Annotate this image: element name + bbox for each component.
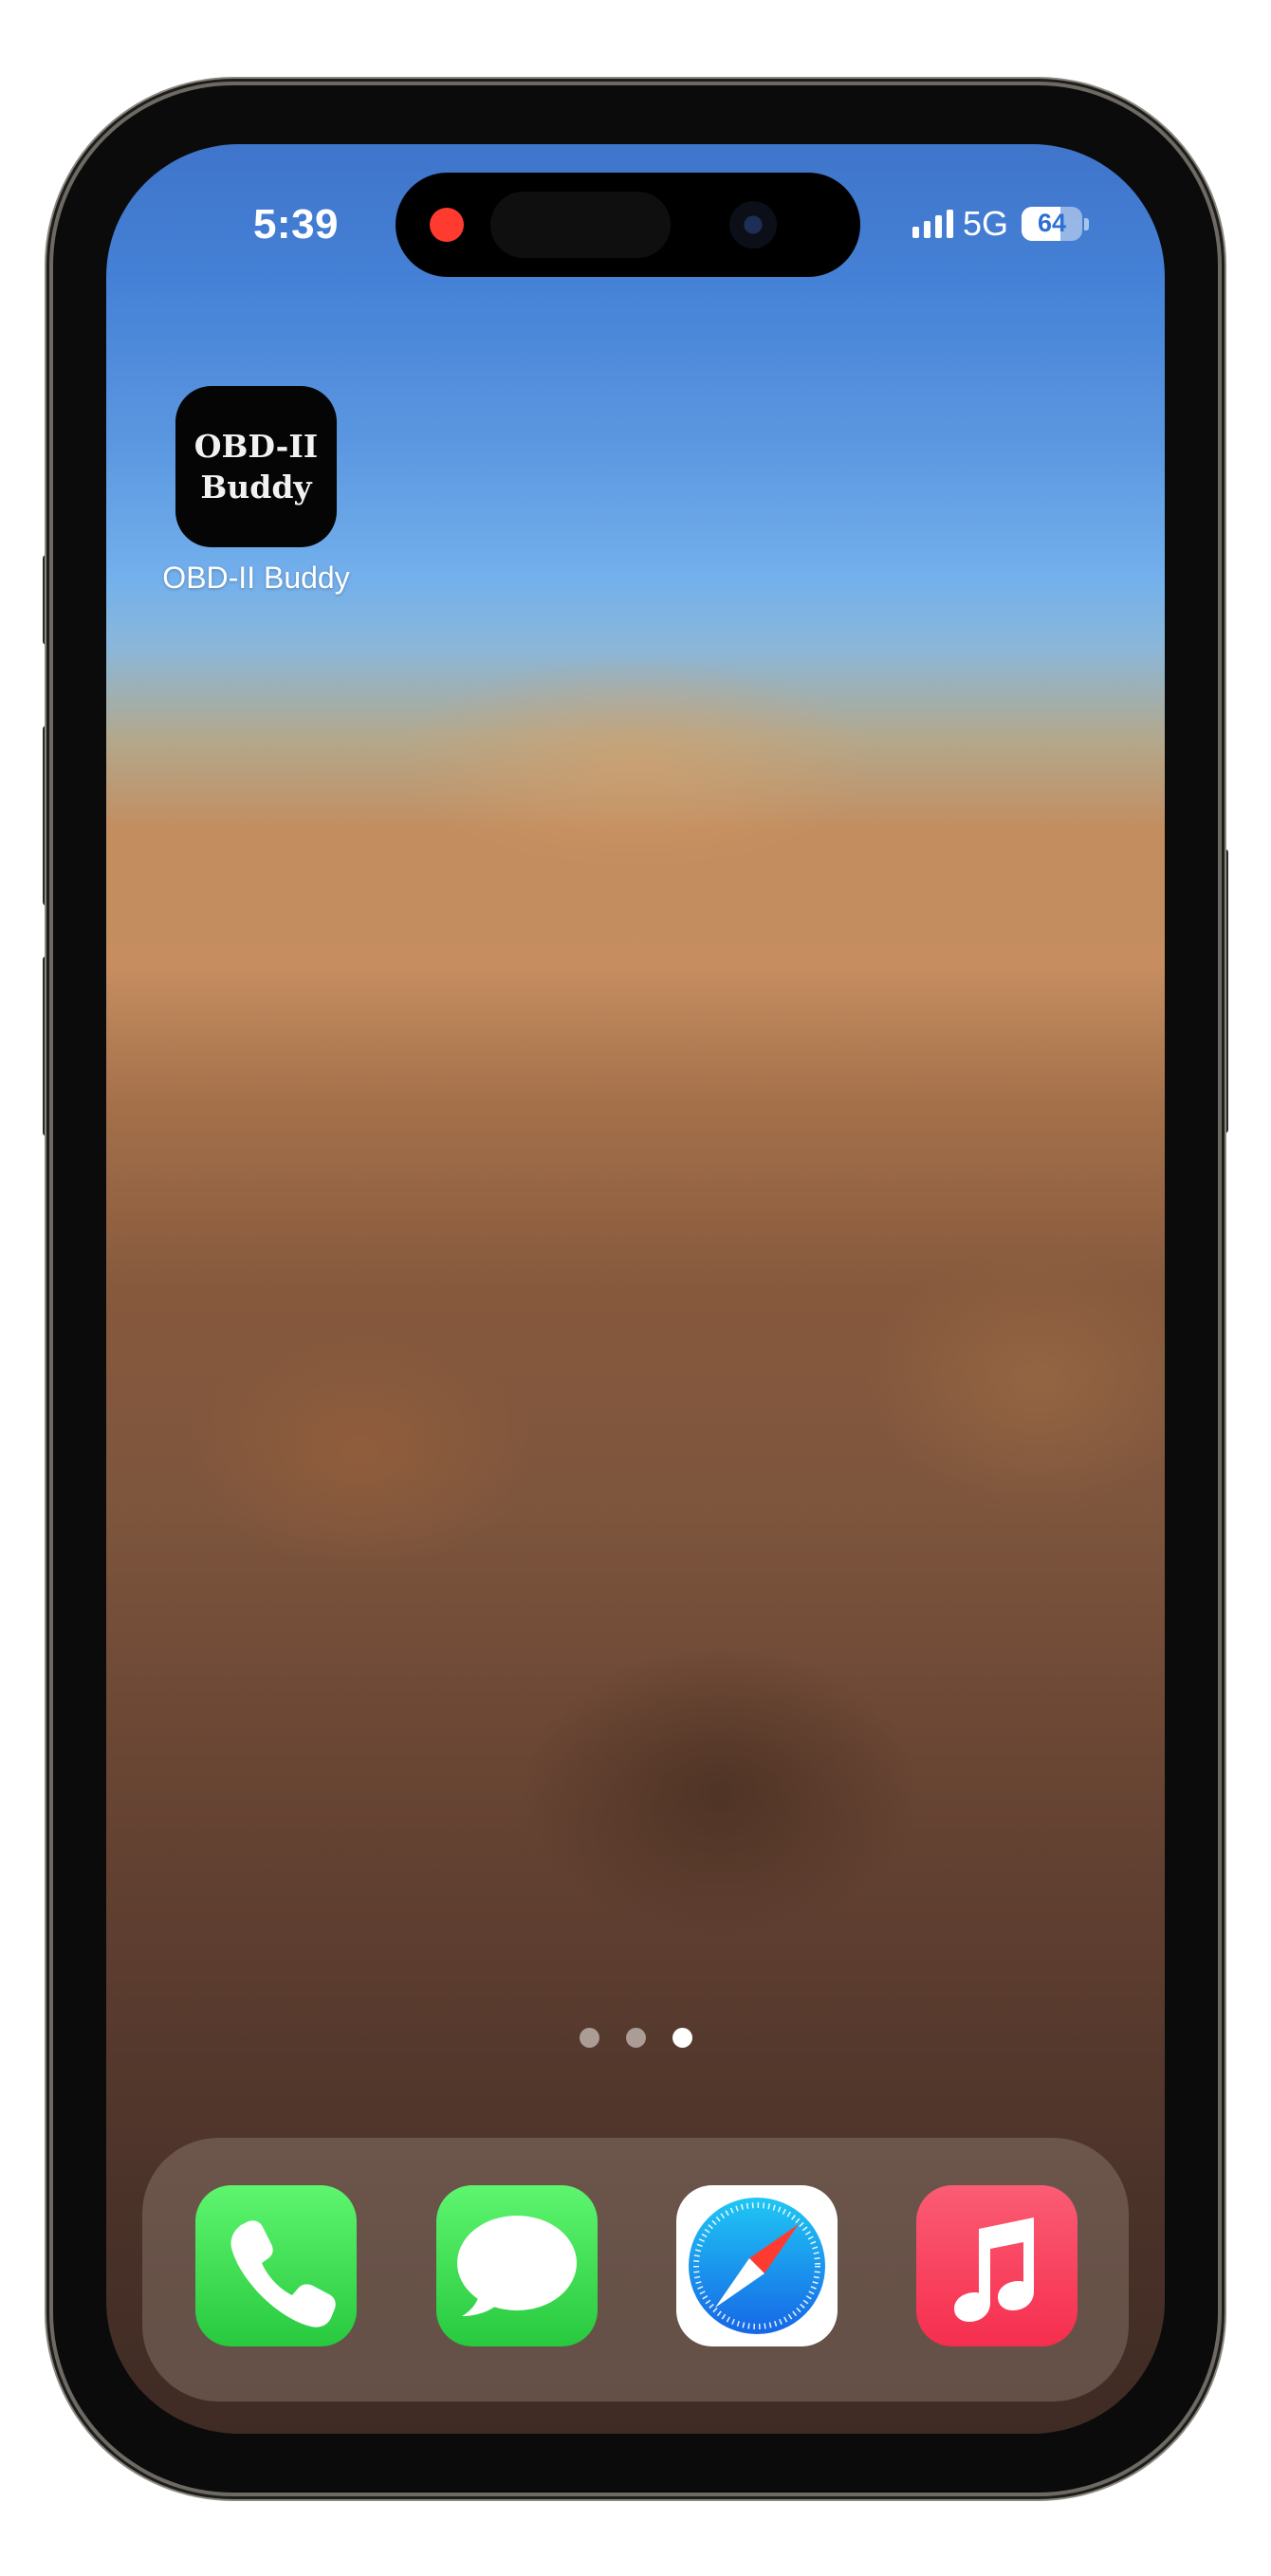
volume-down-button: [43, 956, 52, 1136]
network-type: 5G: [962, 204, 1008, 243]
action-button: [43, 555, 52, 645]
music-app-icon[interactable]: [916, 2185, 1078, 2346]
messages-icon: [457, 2216, 577, 2316]
home-screen: 5:39 5G 64 OBD-II Buddy OBD-II Buddy: [106, 144, 1165, 2434]
battery-tip: [1084, 217, 1089, 230]
messages-app-icon[interactable]: [436, 2185, 598, 2346]
battery-percent: 64: [1037, 209, 1067, 237]
status-time: 5:39: [252, 201, 340, 248]
side-button: [1219, 849, 1228, 1133]
battery-icon: 64: [1022, 207, 1082, 241]
recording-indicator-icon: [430, 208, 464, 242]
dynamic-island[interactable]: [396, 173, 860, 277]
page-dot-1[interactable]: [579, 2028, 599, 2048]
volume-up-button: [43, 726, 52, 906]
dock: [142, 2138, 1129, 2401]
island-activity: [490, 192, 671, 258]
phone-icon: [230, 2220, 336, 2328]
app-obd-ii-buddy[interactable]: OBD-II Buddy OBD-II Buddy: [161, 386, 351, 596]
music-icon: [954, 2217, 1034, 2322]
app-icon-text-line1: OBD-II: [193, 428, 319, 465]
page-dot-3[interactable]: [672, 2028, 692, 2048]
safari-icon: [689, 2198, 825, 2334]
obd-ii-buddy-icon[interactable]: OBD-II Buddy: [175, 386, 337, 547]
app-label: OBD-II Buddy: [162, 561, 350, 595]
status-indicators: 5G 64: [912, 204, 1089, 244]
safari-app-icon[interactable]: [676, 2185, 838, 2346]
page-dot-2[interactable]: [625, 2028, 646, 2048]
front-camera-icon: [729, 201, 777, 248]
cellular-signal-icon: [912, 210, 953, 238]
device: 5:39 5G 64 OBD-II Buddy OBD-II Buddy: [0, 0, 1271, 2576]
app-icon-text-line2: Buddy: [200, 469, 312, 506]
page-indicator[interactable]: [106, 2028, 1165, 2048]
phone-app-icon[interactable]: [195, 2185, 357, 2346]
